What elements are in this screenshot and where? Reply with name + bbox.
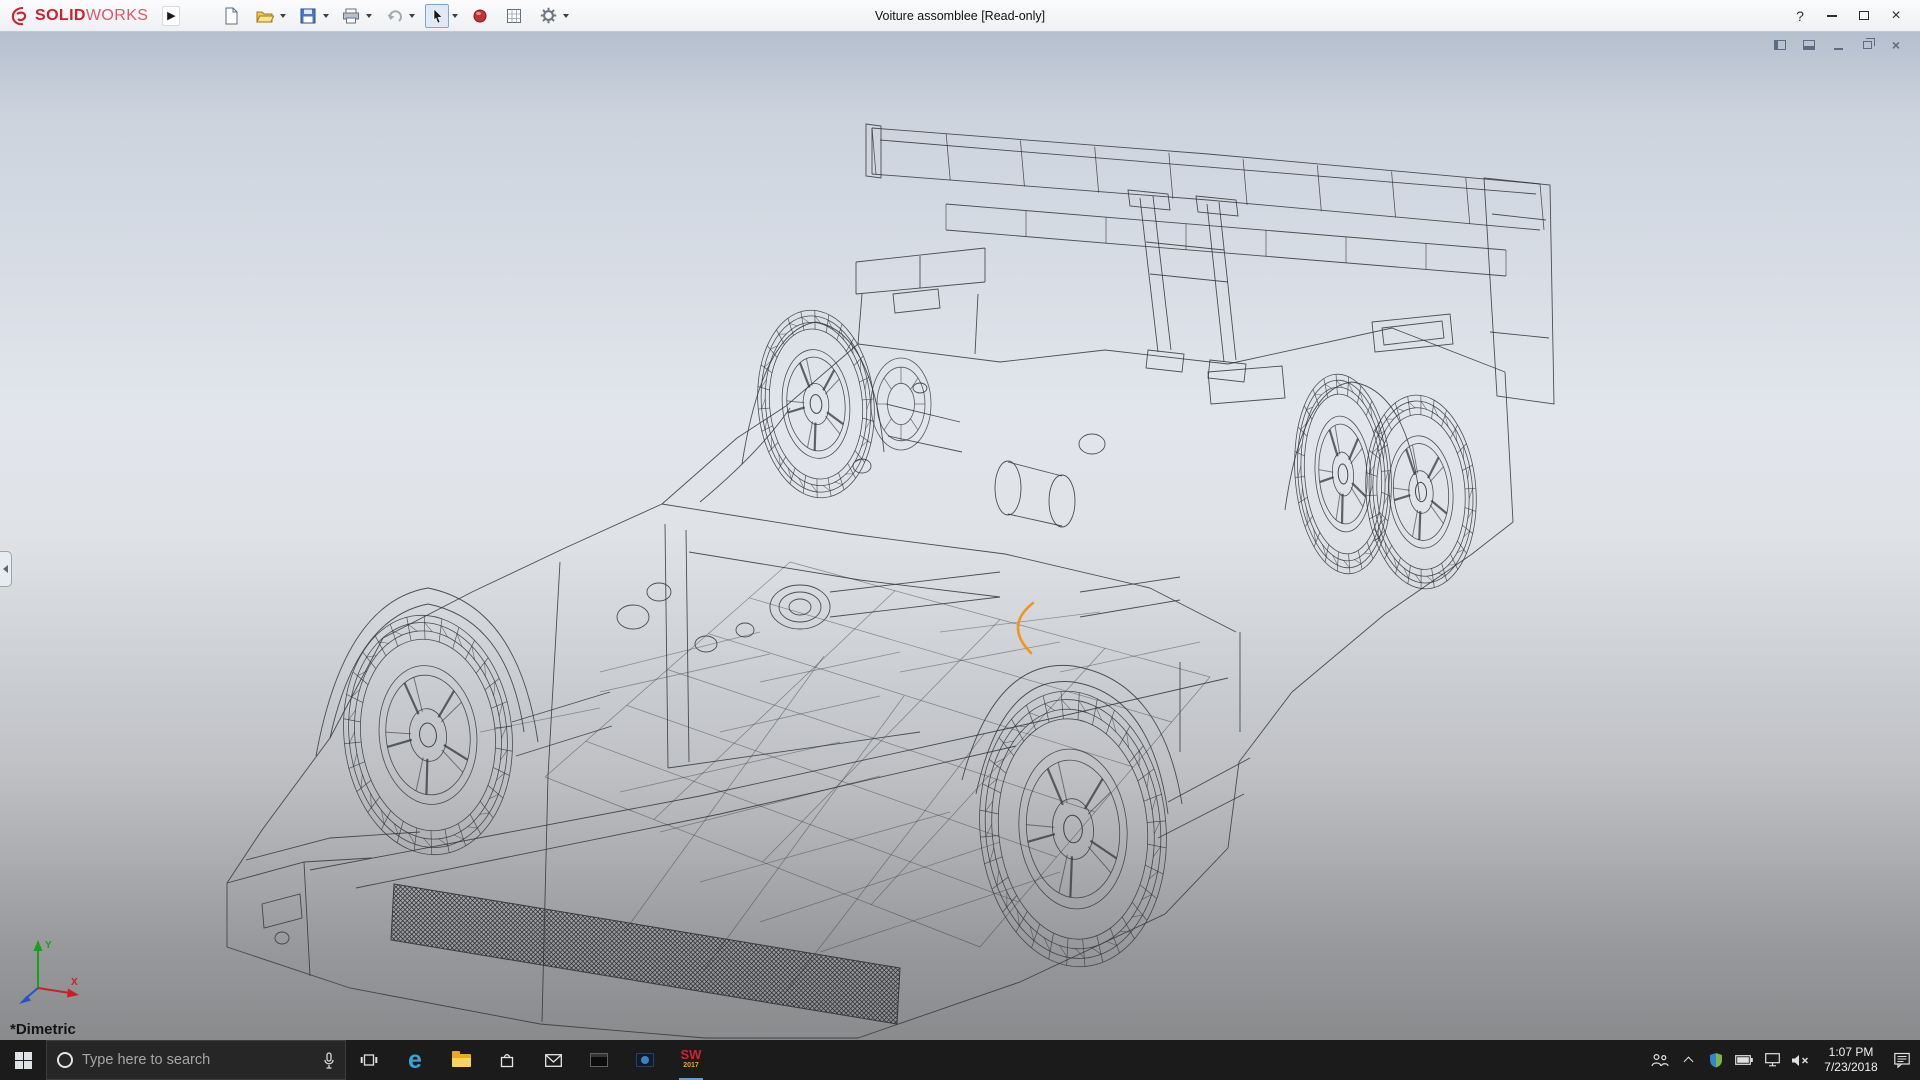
feature-manager-collapsed-tab[interactable] [0,551,12,587]
battery-button[interactable] [1730,1040,1758,1080]
people-icon [1651,1053,1669,1067]
mail-button[interactable] [530,1040,576,1080]
panel-icon [1774,40,1786,50]
sheet-format-button[interactable] [502,4,526,28]
sheet-grid-icon [506,8,522,24]
people-button[interactable] [1646,1040,1674,1080]
window-controls: ? × [1784,3,1920,29]
document-window-controls: × [1772,38,1904,52]
open-icon [256,8,274,24]
cortana-icon[interactable] [57,1052,73,1068]
doc-restore-icon [1863,41,1872,49]
app-blue-button[interactable] [622,1040,668,1080]
clock-date: 7/23/2018 [1814,1060,1888,1075]
app-blue-icon [636,1053,654,1067]
help-button[interactable]: ? [1784,3,1816,29]
volume-muted-icon [1791,1054,1809,1067]
options-button[interactable] [536,4,560,28]
clock-time: 1:07 PM [1814,1045,1888,1060]
restore-icon [1859,11,1869,20]
app-dark-window-icon [590,1053,608,1067]
chevron-up-icon [1683,1057,1693,1067]
file-explorer-button[interactable] [438,1040,484,1080]
network-button[interactable] [1758,1040,1786,1080]
windows-logo-icon [15,1052,32,1069]
chevron-left-icon [3,565,8,573]
save-icon [300,8,316,24]
print-button[interactable] [339,4,363,28]
undo-button[interactable] [382,4,406,28]
doc-close-button[interactable]: × [1888,38,1904,52]
new-document-button[interactable] [219,4,243,28]
titlebar: SOLIDWORKS ▶ [0,0,1920,32]
doc-minimize-button[interactable] [1830,38,1846,52]
mail-envelope-icon [545,1054,562,1067]
axis-x-label: X [71,977,78,988]
store-button[interactable] [484,1040,530,1080]
edge-button[interactable]: e [392,1040,438,1080]
select-arrow-icon [429,7,445,25]
ds-logo-icon [8,5,30,27]
undo-dropdown[interactable] [409,14,415,18]
select-tool-button[interactable] [425,4,449,28]
file-explorer-icon [452,1054,471,1067]
defender-button[interactable] [1702,1040,1730,1080]
wireframe-car-model[interactable] [0,32,1920,1040]
new-document-icon [223,7,239,25]
appearance-button[interactable] [468,4,492,28]
app-dark-window-button[interactable] [576,1040,622,1080]
open-button[interactable] [253,4,277,28]
open-dropdown[interactable] [280,14,286,18]
panel-toggle-2-button[interactable] [1801,38,1817,52]
taskbar-clock[interactable]: 1:07 PM 7/23/2018 [1814,1045,1888,1075]
document-title: Voiture assomblee [Read-only] [875,9,1045,23]
axis-y-label: Y [45,940,52,951]
microphone-icon[interactable] [323,1052,335,1069]
action-center-icon [1894,1052,1910,1068]
solidworks-2017-icon: SW 2017 [681,1049,702,1071]
toolbar-flyout-button[interactable]: ▶ [162,6,180,26]
panel-toggle-button[interactable] [1772,38,1788,52]
battery-icon [1735,1055,1753,1065]
doc-minimize-icon [1834,48,1843,50]
defender-shield-icon [1709,1052,1723,1068]
doc-restore-button[interactable] [1859,38,1875,52]
system-tray: 1:07 PM 7/23/2018 [1646,1040,1920,1080]
solidworks-taskbar-button[interactable]: SW 2017 [668,1040,714,1080]
view-orientation-label: *Dimetric [10,1021,76,1038]
orientation-triad: Y X [8,932,92,1016]
save-dropdown[interactable] [323,14,329,18]
task-view-button[interactable] [346,1040,392,1080]
action-center-button[interactable] [1888,1040,1916,1080]
minimize-button[interactable] [1816,3,1848,29]
print-icon [342,8,360,24]
volume-button[interactable] [1786,1040,1814,1080]
app-name: SOLIDWORKS [35,7,148,25]
taskbar-search[interactable] [46,1040,346,1080]
select-dropdown[interactable] [452,14,458,18]
panel-bottom-icon [1803,40,1815,50]
maximize-restore-button[interactable] [1848,3,1880,29]
minimize-icon [1827,15,1837,17]
graphics-viewport[interactable]: × Y X *Dimetric [0,32,1920,1040]
close-button[interactable]: × [1880,3,1912,29]
options-dropdown[interactable] [563,14,569,18]
windows-taskbar: e SW 2017 [0,1040,1920,1080]
network-icon [1765,1053,1780,1067]
edge-icon: e [408,1048,422,1073]
start-button[interactable] [0,1040,46,1080]
search-input[interactable] [82,1052,314,1068]
red-sphere-icon [472,8,488,24]
print-dropdown[interactable] [366,14,372,18]
solidworks-logo: SOLIDWORKS [0,5,148,27]
store-bag-icon [499,1052,515,1068]
gear-icon [540,7,557,24]
tray-expand-button[interactable] [1674,1040,1702,1080]
main-toolbar [214,4,574,28]
undo-icon [385,8,403,24]
task-view-icon [360,1053,378,1067]
save-button[interactable] [296,4,320,28]
